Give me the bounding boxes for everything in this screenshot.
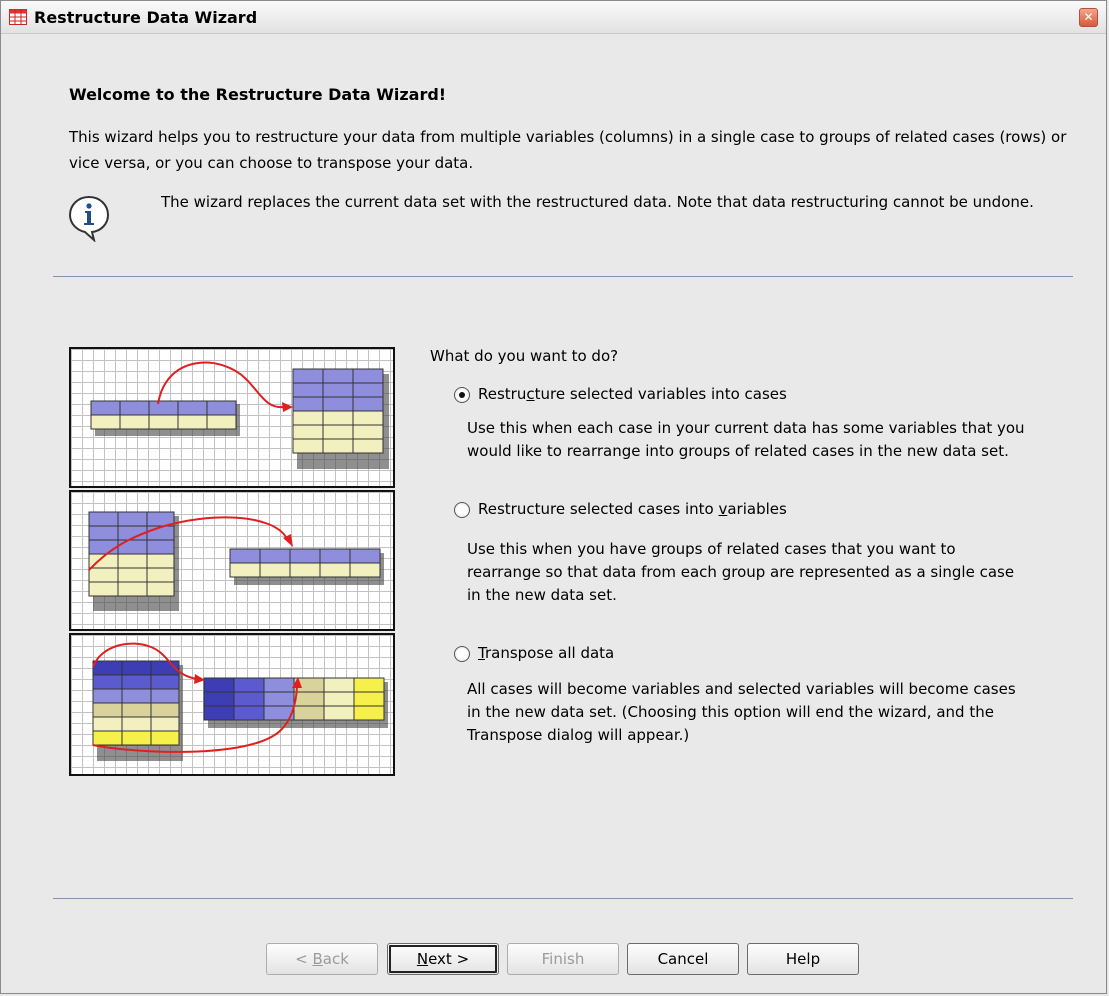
option-label-variables-to-cases[interactable]: Restructure selected variables into case… <box>478 385 787 403</box>
option-label-cases-to-variables[interactable]: Restructure selected cases into variable… <box>478 500 787 518</box>
diagram-transpose <box>69 633 395 776</box>
label-text: ture selected variables into cases <box>534 385 787 403</box>
info-icon <box>68 195 110 242</box>
next-button[interactable]: Next > <box>387 943 499 975</box>
separator-top <box>53 276 1073 277</box>
title-bar: Restructure Data Wizard ✕ <box>1 1 1106 34</box>
spreadsheet-icon <box>9 9 27 25</box>
diagram-variables-to-cases <box>69 347 395 488</box>
radio-variables-to-cases[interactable] <box>454 387 470 403</box>
radio-transpose[interactable] <box>454 646 470 662</box>
radio-selected-dot <box>459 392 465 398</box>
button-text: ext > <box>428 950 470 968</box>
mnemonic: T <box>478 644 485 662</box>
radio-cases-to-variables[interactable] <box>454 502 470 518</box>
label-text: ranspose all data <box>484 644 615 662</box>
mnemonic: B <box>312 950 323 968</box>
help-button[interactable]: Help <box>747 943 859 975</box>
close-button[interactable]: ✕ <box>1079 8 1098 27</box>
option-description-cases-to-variables: Use this when you have groups of related… <box>467 540 1015 604</box>
label-text: Restructure selected cases into <box>478 500 719 518</box>
close-icon: ✕ <box>1083 10 1094 24</box>
diagram-cases-to-variables <box>69 490 395 631</box>
window-title: Restructure Data Wizard <box>34 8 258 27</box>
mnemonic: N <box>416 950 429 968</box>
separator-bottom <box>53 898 1073 899</box>
label-text: Restru <box>478 385 527 403</box>
label-text: ariables <box>727 500 787 518</box>
page-heading: Welcome to the Restructure Data Wizard! <box>69 85 447 104</box>
question-label: What do you want to do? <box>430 347 619 365</box>
option-label-transpose[interactable]: Transpose all data <box>478 644 614 662</box>
option-description-transpose: All cases will become variables and sele… <box>467 680 1016 744</box>
wizard-window: Restructure Data Wizard ✕ Welcome to the… <box>0 0 1107 994</box>
mnemonic: c <box>526 385 535 403</box>
option-description-variables-to-cases: Use this when each case in your current … <box>467 419 1025 460</box>
cancel-button[interactable]: Cancel <box>627 943 739 975</box>
button-text: ack <box>322 950 349 968</box>
intro-text: This wizard helps you to restructure you… <box>69 128 1067 172</box>
back-button[interactable]: < Back <box>266 943 378 975</box>
button-text: < <box>295 950 313 968</box>
finish-button[interactable]: Finish <box>507 943 619 975</box>
warning-note: The wizard replaces the current data set… <box>161 193 1034 211</box>
